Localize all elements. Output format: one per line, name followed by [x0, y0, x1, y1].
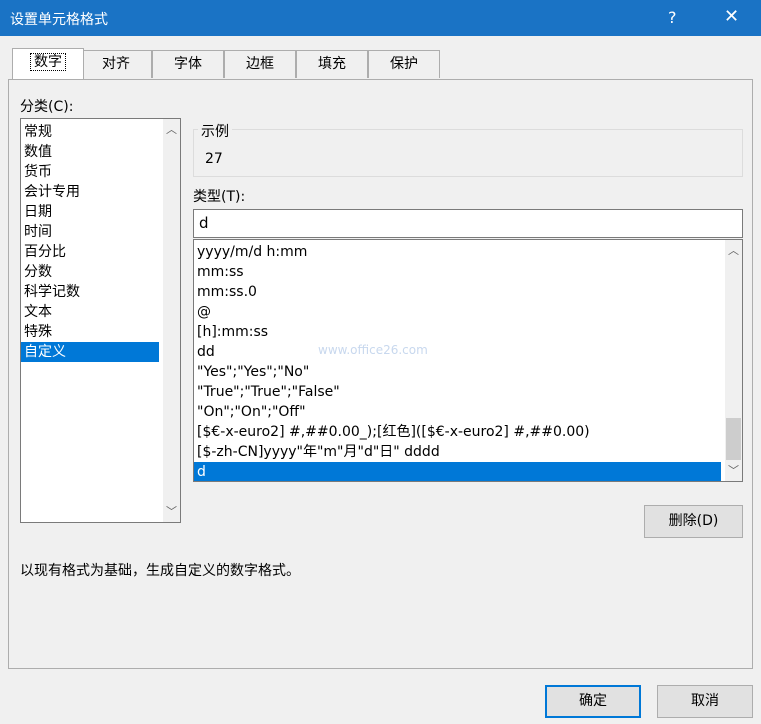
type-list-item[interactable]: dd	[194, 342, 721, 362]
type-list-item[interactable]: [h]:mm:ss	[194, 322, 721, 342]
category-list-item[interactable]: 特殊	[21, 322, 159, 342]
tab-protection[interactable]: 保护	[368, 50, 440, 78]
cancel-button[interactable]: 取消	[657, 685, 753, 718]
category-label: 分类(C):	[20, 99, 74, 115]
type-input[interactable]: d	[193, 209, 743, 238]
window-title: 设置单元格格式	[10, 12, 108, 28]
type-list-item[interactable]: mm:ss	[194, 262, 721, 282]
category-list-item[interactable]: 常规	[21, 122, 159, 142]
sample-group	[193, 129, 743, 177]
type-list-item[interactable]: [$€-x-euro2] #,##0.00_);[红色]([$€-x-euro2…	[194, 422, 721, 442]
tab-font[interactable]: 字体	[152, 50, 224, 78]
sample-legend: 示例	[198, 121, 232, 141]
category-listbox[interactable]: 常规 数值 货币 会计专用 日期 时间 百分比 分数 科学记数 文本 特殊 自定义 ︿ ﹀	[20, 118, 181, 523]
category-scrollbar[interactable]: ︿ ﹀	[163, 119, 180, 522]
scroll-thumb[interactable]	[726, 418, 741, 460]
type-scrollbar[interactable]: ︿ ﹀	[725, 240, 742, 481]
category-list-item[interactable]: 数值	[21, 142, 159, 162]
type-list-item[interactable]: mm:ss.0	[194, 282, 721, 302]
tab-number[interactable]: 数字	[12, 48, 84, 79]
close-button[interactable]: ✕	[724, 6, 739, 27]
description-text: 以现有格式为基础，生成自定义的数字格式。	[20, 563, 300, 579]
category-items: 常规 数值 货币 会计专用 日期 时间 百分比 分数 科学记数 文本 特殊 自定义	[21, 119, 159, 362]
scroll-down-icon[interactable]: ﹀	[725, 462, 742, 479]
tab-alignment[interactable]: 对齐	[80, 50, 152, 78]
type-list-item[interactable]: @	[194, 302, 721, 322]
scroll-up-icon[interactable]: ︿	[163, 121, 180, 138]
type-label: 类型(T):	[193, 189, 246, 205]
ok-button[interactable]: 确定	[545, 685, 641, 718]
category-list-item[interactable]: 会计专用	[21, 182, 159, 202]
type-list-item[interactable]: d	[194, 462, 721, 481]
scroll-up-icon[interactable]: ︿	[725, 242, 742, 259]
delete-button[interactable]: 删除(D)	[644, 505, 743, 538]
category-list-item[interactable]: 货币	[21, 162, 159, 182]
type-list-item[interactable]: "True";"True";"False"	[194, 382, 721, 402]
category-list-item[interactable]: 日期	[21, 202, 159, 222]
type-listbox[interactable]: yyyy/m/d h:mm mm:ss mm:ss.0 @ [h]:mm:ss dd "Ye…	[193, 239, 743, 482]
watermark: www.office26.com	[318, 343, 428, 357]
category-list-item[interactable]: 时间	[21, 222, 159, 242]
category-list-item[interactable]: 分数	[21, 262, 159, 282]
category-list-item[interactable]: 百分比	[21, 242, 159, 262]
category-list-item[interactable]: 自定义	[21, 342, 159, 362]
tab-fill[interactable]: 填充	[296, 50, 368, 78]
tab-border[interactable]: 边框	[224, 50, 296, 78]
type-list-item[interactable]: [$-zh-CN]yyyy"年"m"月"d"日" dddd	[194, 442, 721, 462]
category-list-item[interactable]: 文本	[21, 302, 159, 322]
type-items: yyyy/m/d h:mm mm:ss mm:ss.0 @ [h]:mm:ss dd "Ye…	[194, 240, 721, 481]
type-list-item[interactable]: "On";"On";"Off"	[194, 402, 721, 422]
sample-value: 27	[205, 151, 223, 167]
help-button[interactable]: ?	[668, 8, 677, 27]
type-list-item[interactable]: "Yes";"Yes";"No"	[194, 362, 721, 382]
type-list-item[interactable]: yyyy/m/d h:mm	[194, 242, 721, 262]
scroll-down-icon[interactable]: ﹀	[163, 503, 180, 520]
title-bar: 设置单元格格式 ? ✕	[0, 0, 761, 36]
category-list-item[interactable]: 科学记数	[21, 282, 159, 302]
